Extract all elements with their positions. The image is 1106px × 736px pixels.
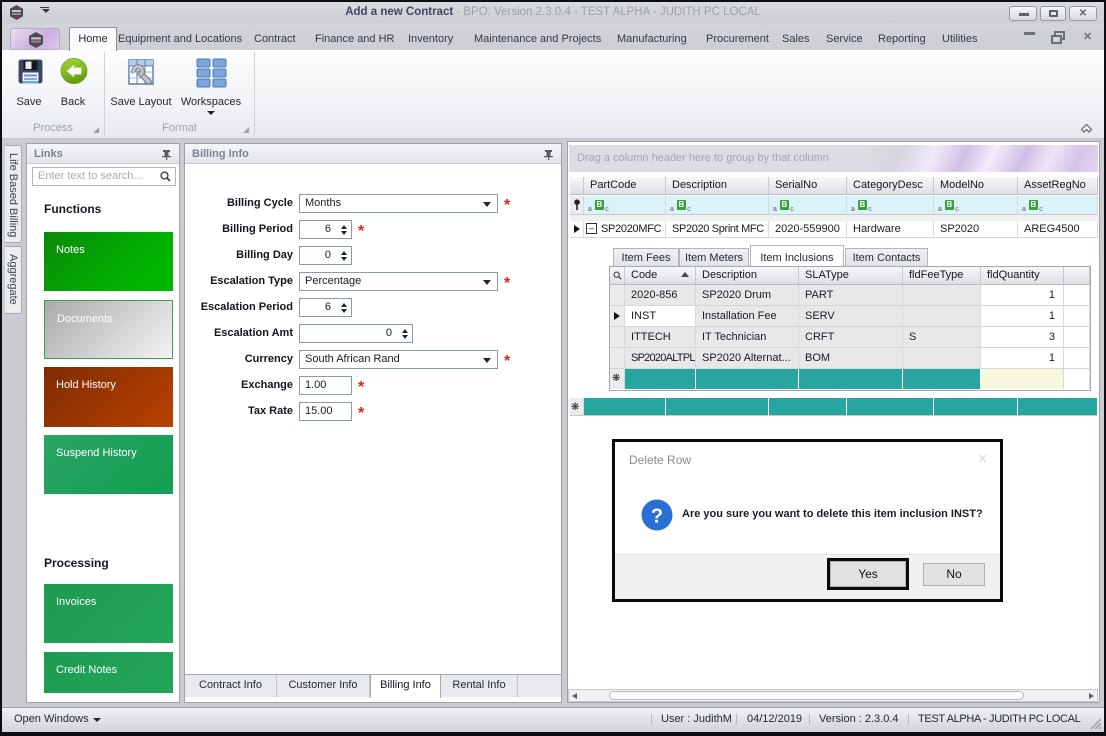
svg-text:?: ?: [651, 506, 663, 528]
